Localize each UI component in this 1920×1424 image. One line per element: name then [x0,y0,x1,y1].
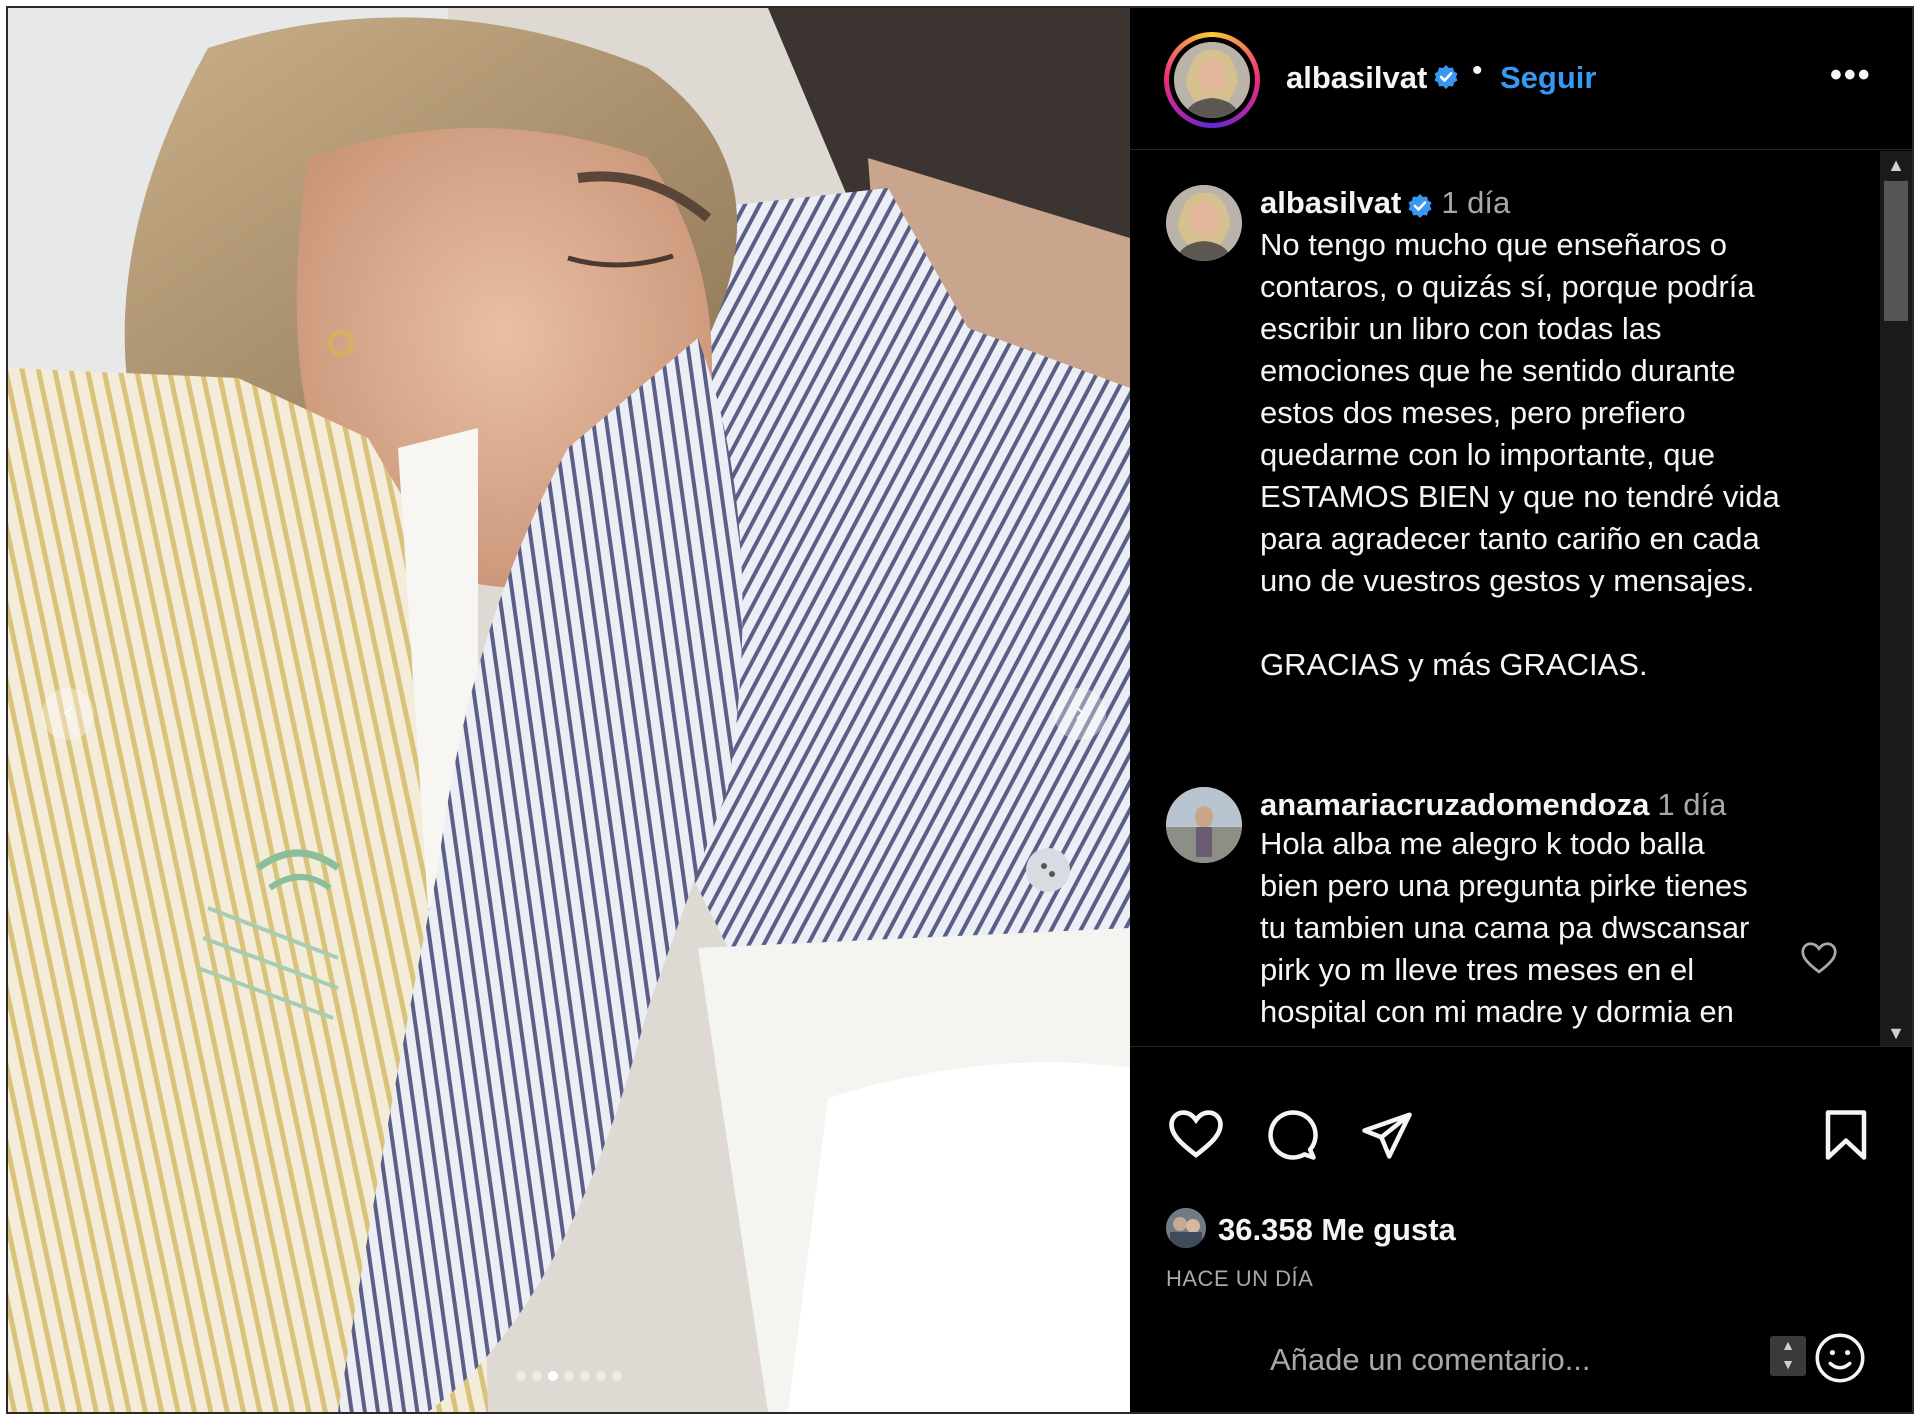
carousel-next-button[interactable]: › [1054,688,1106,740]
author-avatar[interactable] [1174,42,1250,118]
author-username-link[interactable]: albasilvat [1286,60,1459,98]
scroll-up-arrow-icon[interactable]: ▲ [1880,151,1912,179]
header-separator: • [1472,54,1483,87]
more-options-button[interactable]: ••• [1830,56,1872,95]
carousel-dot[interactable] [532,1371,542,1381]
carousel-prev-button[interactable]: ‹ [42,688,94,740]
carousel-dots [8,1368,1130,1386]
verified-badge-icon [1433,62,1459,98]
comment-time[interactable]: 1 día [1657,787,1726,822]
post-actions: 36.358 Me gusta HACE UN DÍA ▲▼ [1130,1048,1912,1412]
carousel-dot[interactable] [564,1371,574,1381]
scroll-thumb[interactable] [1884,181,1908,321]
post-image [8,8,1130,1412]
liker-avatar[interactable] [1164,1206,1208,1250]
post-timestamp[interactable]: HACE UN DÍA [1166,1266,1313,1292]
caption-username[interactable]: albasilvat [1260,185,1401,220]
carousel-dot[interactable] [596,1371,606,1381]
comment-heart-icon[interactable] [1800,941,1838,980]
add-comment-bar: ▲▼ [1130,1328,1912,1412]
heart-icon[interactable] [1168,1108,1224,1165]
comments-scrollbar[interactable]: ▲ ▼ [1880,151,1912,1046]
commenter-avatar[interactable] [1166,787,1242,863]
comment-text: Hola alba me alegro k todo balla bien pe… [1260,826,1750,1029]
paper-plane-icon[interactable] [1360,1108,1414,1167]
scroll-down-arrow-icon[interactable]: ▼ [1880,1019,1912,1046]
comment-bubble-icon[interactable] [1264,1108,1318,1167]
post-photo[interactable]: ‹ › [8,8,1130,1412]
author-avatar-story-ring[interactable] [1164,32,1260,128]
caption-author-avatar[interactable] [1166,185,1242,261]
input-spinner[interactable]: ▲ ▼ [1770,1336,1806,1376]
likes-count[interactable]: 36.358 Me gusta [1218,1212,1456,1248]
commenter-username[interactable]: anamariacruzadomendoza [1260,787,1649,822]
post-modal: ‹ › albasilvat • Seguir ••• albasilvat 1… [6,6,1914,1414]
post-header: albasilvat • Seguir ••• [1130,8,1912,150]
verified-badge-icon [1407,193,1433,224]
post-side-panel: albasilvat • Seguir ••• albasilvat 1 día… [1130,8,1912,1412]
caption-text: No tengo mucho que enseñaros o contaros,… [1260,227,1780,683]
smiley-icon[interactable] [1814,1332,1866,1389]
carousel-dot[interactable] [580,1371,590,1381]
author-username[interactable]: albasilvat [1286,60,1427,95]
follow-button[interactable]: Seguir [1500,60,1596,96]
carousel-dot[interactable] [516,1371,526,1381]
carousel-dot[interactable] [612,1371,622,1381]
add-comment-input[interactable] [1270,1334,1750,1386]
caption-time[interactable]: 1 día [1441,185,1510,220]
carousel-dot[interactable] [548,1371,558,1381]
comments-list[interactable]: albasilvat 1 día No tengo mucho que ense… [1130,151,1912,1047]
bookmark-icon[interactable] [1822,1108,1870,1167]
